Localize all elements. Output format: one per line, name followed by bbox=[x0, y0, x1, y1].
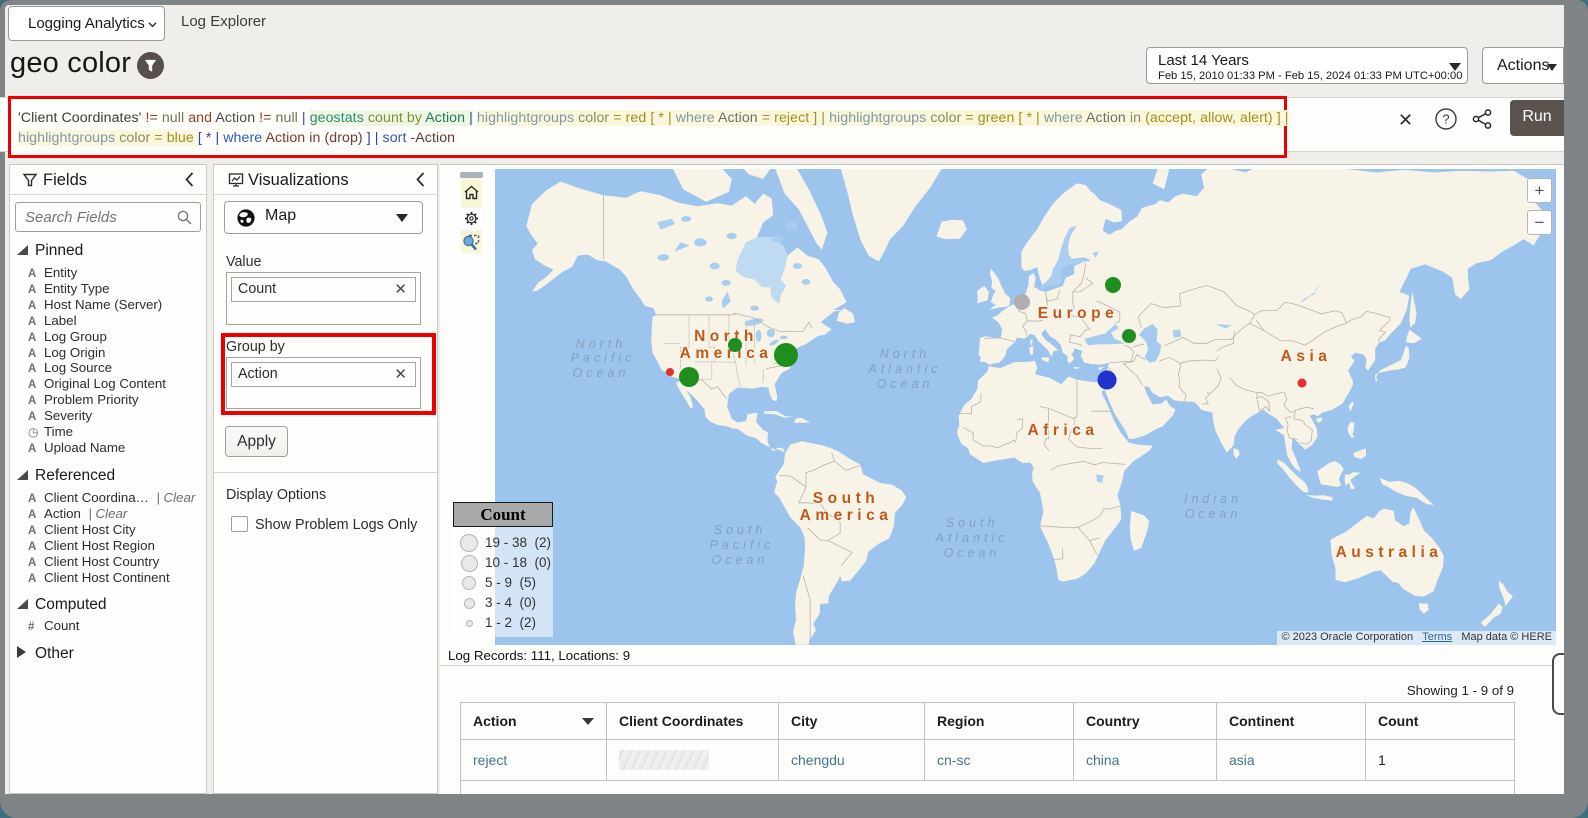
svg-text:America: America bbox=[800, 507, 893, 524]
svg-text:Australia: Australia bbox=[1336, 544, 1443, 561]
svg-text:?: ? bbox=[1442, 112, 1449, 127]
svg-text:North: North bbox=[880, 347, 931, 361]
svg-text:South: South bbox=[946, 516, 999, 530]
svg-text:Atlantic: Atlantic bbox=[935, 531, 1009, 545]
svg-text:Ocean: Ocean bbox=[877, 377, 934, 391]
svg-text:Ocean: Ocean bbox=[573, 366, 630, 380]
svg-text:America: America bbox=[680, 345, 773, 362]
svg-text:Ocean: Ocean bbox=[944, 546, 1001, 560]
svg-text:South: South bbox=[813, 490, 879, 507]
svg-text:Europe: Europe bbox=[1038, 305, 1118, 322]
svg-text:Asia: Asia bbox=[1281, 348, 1332, 365]
svg-text:Pacific: Pacific bbox=[710, 538, 775, 552]
svg-text:Africa: Africa bbox=[1028, 422, 1099, 439]
svg-text:Atlantic: Atlantic bbox=[868, 362, 942, 376]
svg-text:Ocean: Ocean bbox=[1185, 507, 1242, 521]
svg-text:North: North bbox=[694, 328, 758, 345]
svg-text:Ocean: Ocean bbox=[712, 553, 769, 567]
svg-text:North: North bbox=[576, 337, 627, 351]
svg-text:Pacific: Pacific bbox=[571, 351, 636, 365]
svg-text:South: South bbox=[714, 523, 767, 537]
svg-text:Indian: Indian bbox=[1184, 492, 1242, 506]
